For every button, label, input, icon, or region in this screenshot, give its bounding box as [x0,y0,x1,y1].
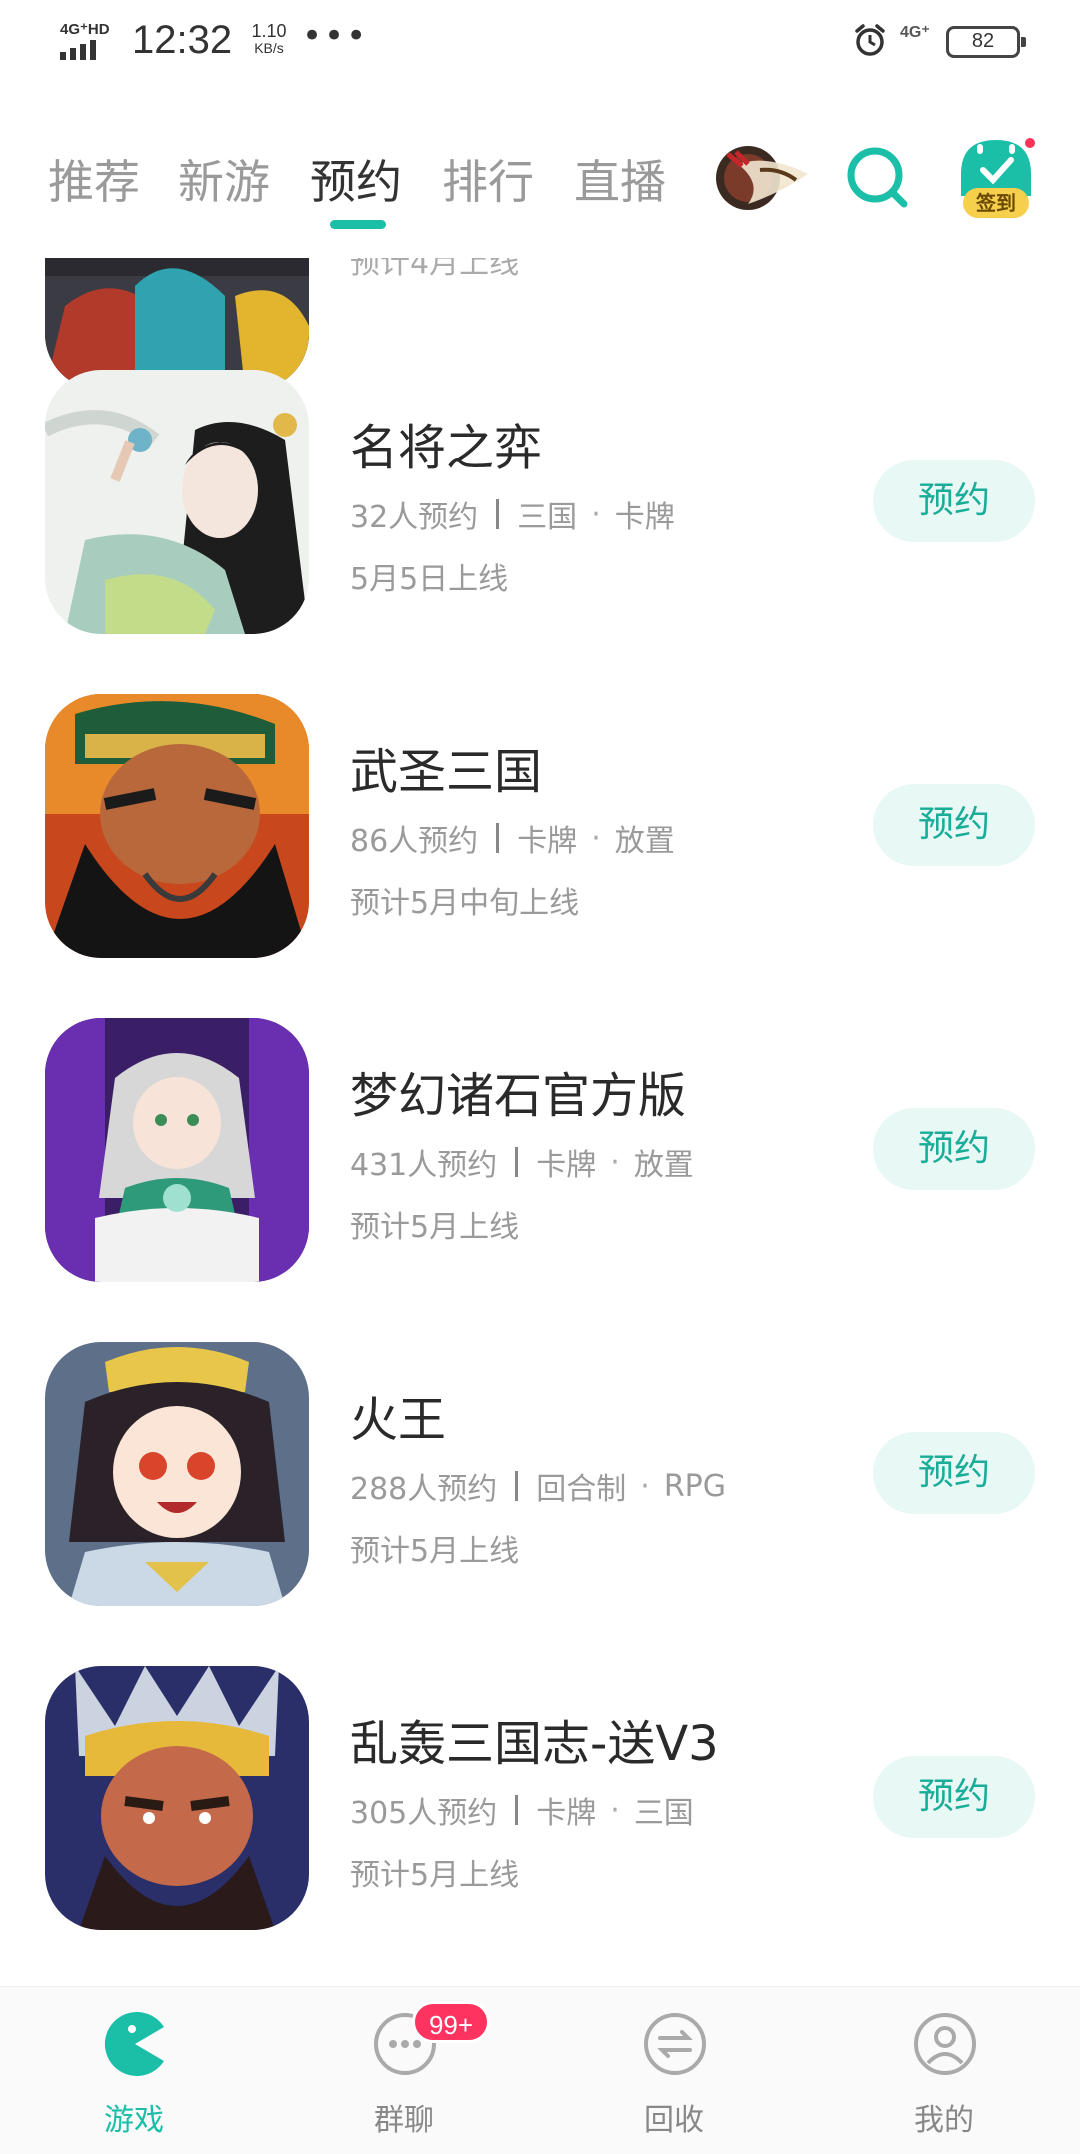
user-icon [914,2013,976,2075]
game-name: 火王 [350,1392,447,1448]
reservation-count: 431人预约 [350,1148,498,1183]
game-tag: 三国 [633,1796,694,1831]
speed-unit: KB/s [254,40,284,56]
sign-in-label: 签到 [963,188,1029,218]
game-name: 名将之弈 [350,420,543,476]
game-name: 武圣三国 [350,744,543,800]
featured-game-logo[interactable] [708,134,822,222]
release-date: 预计5月中旬上线 [350,886,580,921]
reserve-button[interactable]: 预约 [873,460,1035,542]
game-tag: 卡牌 [517,824,578,859]
nav-label: 回收 [644,2103,704,2138]
game-tag: 卡牌 [536,1796,597,1831]
game-tag: RPG [663,1468,726,1504]
reservation-count: 32人预约 [350,500,479,535]
tab-new-games[interactable]: 新游 [178,146,270,212]
divider [515,1795,519,1825]
nav-games[interactable]: 游戏 [54,1987,214,2154]
reservation-count: 86人预约 [350,824,479,859]
release-date: 预计5月上线 [350,1858,520,1893]
reserve-button[interactable]: 预约 [873,784,1035,866]
divider [515,1471,519,1501]
tab-ranking[interactable]: 排行 [442,146,534,212]
game-meta: 32人预约 三国 · 卡牌 [350,492,675,536]
game-tag: 卡牌 [614,500,675,535]
sign-in-button[interactable]: 签到 [955,134,1037,218]
divider [496,499,500,529]
divider [496,823,500,853]
tab-reservation[interactable]: 预约 [310,146,402,212]
list-item[interactable]: 乱轰三国志-送V3 305人预约 卡牌 · 三国 预计5月上线 预约 [0,1666,1080,1986]
active-tab-indicator [330,220,386,229]
list-item[interactable]: 梦幻诸石官方版 431人预约 卡牌 · 放置 预计5月上线 预约 [0,1018,1080,1342]
release-date: 预计5月上线 [350,1210,520,1245]
game-tag: 卡牌 [536,1148,597,1183]
list-item[interactable]: 火王 288人预约 回合制 · RPG 预计5月上线 预约 [0,1342,1080,1666]
nav-profile[interactable]: 我的 [864,1987,1024,2154]
reservation-count: 288人预约 [350,1472,498,1507]
game-tag: 放置 [633,1148,694,1183]
game-icon [45,1342,309,1606]
tab-recommend[interactable]: 推荐 [48,146,140,212]
tag-separator: · [591,496,601,532]
reserve-button[interactable]: 预约 [873,1432,1035,1514]
exchange-icon [644,2013,706,2075]
reservation-count: 305人预约 [350,1796,498,1831]
game-name: 梦幻诸石官方版 [350,1068,687,1124]
nav-recycle[interactable]: 回收 [594,1987,754,2154]
game-tag: 三国 [517,500,578,535]
game-icon [45,694,309,958]
game-name: 乱轰三国志-送V3 [350,1716,719,1772]
alarm-icon [855,24,885,56]
tab-live[interactable]: 直播 [574,146,666,212]
tag-separator: · [640,1468,650,1504]
clock: 12:32 [132,18,233,62]
tag-separator: · [610,1792,620,1828]
list-item[interactable]: 名将之弈 32人预约 三国 · 卡牌 5月5日上线 预约 [0,370,1080,694]
game-icon [45,1018,309,1282]
game-meta: 288人预约 回合制 · RPG [350,1464,726,1508]
divider [515,1147,519,1177]
game-meta: 86人预约 卡牌 · 放置 [350,816,675,860]
top-tab-bar: 推荐 新游 预约 排行 直播 签到 [0,110,1080,260]
tag-separator: · [610,1144,620,1180]
game-icon [45,1666,309,1930]
pacman-icon [104,2012,164,2076]
nav-label: 群聊 [374,2103,434,2138]
list-item[interactable]: 武圣三国 86人预约 卡牌 · 放置 预计5月中旬上线 预约 [0,694,1080,1018]
network-type: 4G⁺HD [60,21,110,38]
game-meta: 431人预约 卡牌 · 放置 [350,1140,694,1184]
nav-label: 我的 [914,2103,974,2138]
list-item[interactable]: 预计4月上线 [0,258,1080,390]
network-type-secondary: 4G⁺ [900,24,930,41]
tag-separator: · [591,820,601,856]
bottom-navigation: 游戏 群聊 99+ 回收 我的 [0,1986,1080,2154]
release-date: 预计5月上线 [350,1534,520,1569]
more-notifications-icon: ••• [302,16,369,56]
release-date: 5月5日上线 [350,562,509,597]
reserve-button[interactable]: 预约 [873,1756,1035,1838]
game-meta: 305人预约 卡牌 · 三国 [350,1788,694,1832]
reservation-list: 预计4月上线 名将之弈 32人预约 三国 · 卡牌 5月5日上线 预约 武圣三国… [0,258,1080,1986]
game-icon [45,370,309,634]
battery-level: 82 [971,30,995,52]
game-tag: 放置 [614,824,675,859]
nav-label: 游戏 [104,2103,164,2138]
battery-icon: 82 [946,26,1026,58]
reserve-button[interactable]: 预约 [873,1108,1035,1190]
release-date: 预计4月上线 [350,258,520,281]
game-tag: 回合制 [536,1472,627,1507]
unread-badge: 99+ [412,2001,490,2043]
status-bar: 4G⁺HD 12:32 1.10 KB/s ••• 4G⁺ 82 [0,0,1080,90]
speed-value: 1.10 [251,21,287,41]
notification-dot [1023,136,1037,150]
network-speed: 1.10 KB/s [244,22,294,56]
search-icon[interactable] [844,144,910,210]
signal-icon: 4G⁺HD [58,20,118,60]
